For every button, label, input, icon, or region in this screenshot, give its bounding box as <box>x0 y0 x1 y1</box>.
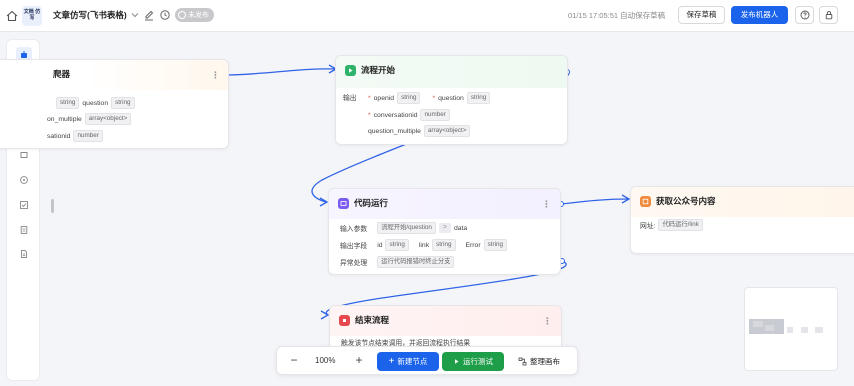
auto-layout-button[interactable]: 整理画布 <box>509 352 569 371</box>
arrow-right-icon: > <box>438 223 451 233</box>
param-name: sationid <box>47 132 71 140</box>
stop-icon <box>339 314 350 326</box>
play-icon <box>455 359 459 364</box>
param-type: number <box>420 109 450 121</box>
param-type: number <box>73 130 103 142</box>
minimap-node <box>787 327 793 333</box>
code-icon <box>338 197 349 209</box>
add-node-button[interactable]: + 新建节点 <box>377 352 439 371</box>
url-source: 代码运行/link <box>658 219 703 231</box>
auto-layout-label: 整理画布 <box>530 357 560 366</box>
param-name: Error <box>465 241 481 249</box>
param-name: link <box>418 241 430 249</box>
node-title: 流程开始 <box>361 65 396 75</box>
zoom-in-button[interactable]: + <box>352 354 366 368</box>
input-label: 输入参数 <box>340 226 368 233</box>
run-test-button[interactable]: 运行测试 <box>442 352 504 371</box>
node-left-partial[interactable]: 爬器 ⋮ string question string on_multiple … <box>0 59 229 149</box>
input-target: data <box>453 224 468 232</box>
minimap-node <box>765 325 774 331</box>
param-type: string <box>397 92 421 104</box>
more-icon[interactable]: ⋮ <box>211 70 220 81</box>
output-label: 输出字段 <box>340 243 368 250</box>
zoom-level: 100% <box>315 356 336 365</box>
node-title: 爬器 <box>53 69 71 79</box>
more-icon[interactable]: ⋮ <box>542 199 551 210</box>
run-test-label: 运行测试 <box>463 357 493 366</box>
output-label: 输出 <box>343 95 357 102</box>
node-flow-start[interactable]: 流程开始 输出 * openid string * question string … <box>335 55 568 145</box>
url-label: 网址: <box>640 223 656 230</box>
param-name: openid <box>373 94 395 102</box>
add-node-label: 新建节点 <box>397 357 428 366</box>
exception-value: 运行代码报错时终止分支 <box>377 256 455 268</box>
param-type: string <box>432 239 456 251</box>
minimap[interactable] <box>744 287 838 371</box>
param-name: question <box>82 99 109 107</box>
minimap-node <box>753 321 763 327</box>
param-name: conversationid <box>373 111 418 119</box>
minimap-node <box>815 327 823 333</box>
input-source: 流程开始/question <box>377 222 436 234</box>
node-code-run[interactable]: 代码运行 ⋮ 输入参数 流程开始/question > data 输出字段 id… <box>328 188 561 275</box>
param-name: question <box>438 94 464 102</box>
exception-label: 异常处理 <box>340 260 368 267</box>
param-type: array<object> <box>84 113 132 125</box>
param-type: string <box>466 92 491 104</box>
link-icon <box>640 195 651 207</box>
canvas-toolbar: − 100% + + 新建节点 运行测试 整理画布 <box>276 346 578 375</box>
node-title: 代码运行 <box>354 198 389 208</box>
param-type: string <box>385 239 409 251</box>
node-title: 获取公众号内容 <box>656 196 716 206</box>
param-type: array<object> <box>423 125 471 137</box>
play-icon <box>345 64 356 76</box>
node-fetch-content[interactable]: 获取公众号内容 网址: 代码运行/link <box>630 186 854 254</box>
param-name: question_multiple <box>368 127 421 135</box>
plus-icon: + <box>388 355 395 367</box>
layout-icon <box>518 357 527 366</box>
param-type: string <box>56 97 80 109</box>
param-name: id <box>377 241 383 249</box>
zoom-out-button[interactable]: − <box>287 354 301 368</box>
more-icon[interactable]: ⋮ <box>543 316 552 327</box>
param-type: string <box>483 239 508 251</box>
param-name: on_multiple <box>47 115 82 123</box>
minimap-node <box>801 327 808 333</box>
node-title: 结束流程 <box>355 315 390 325</box>
param-type: string <box>111 97 135 109</box>
